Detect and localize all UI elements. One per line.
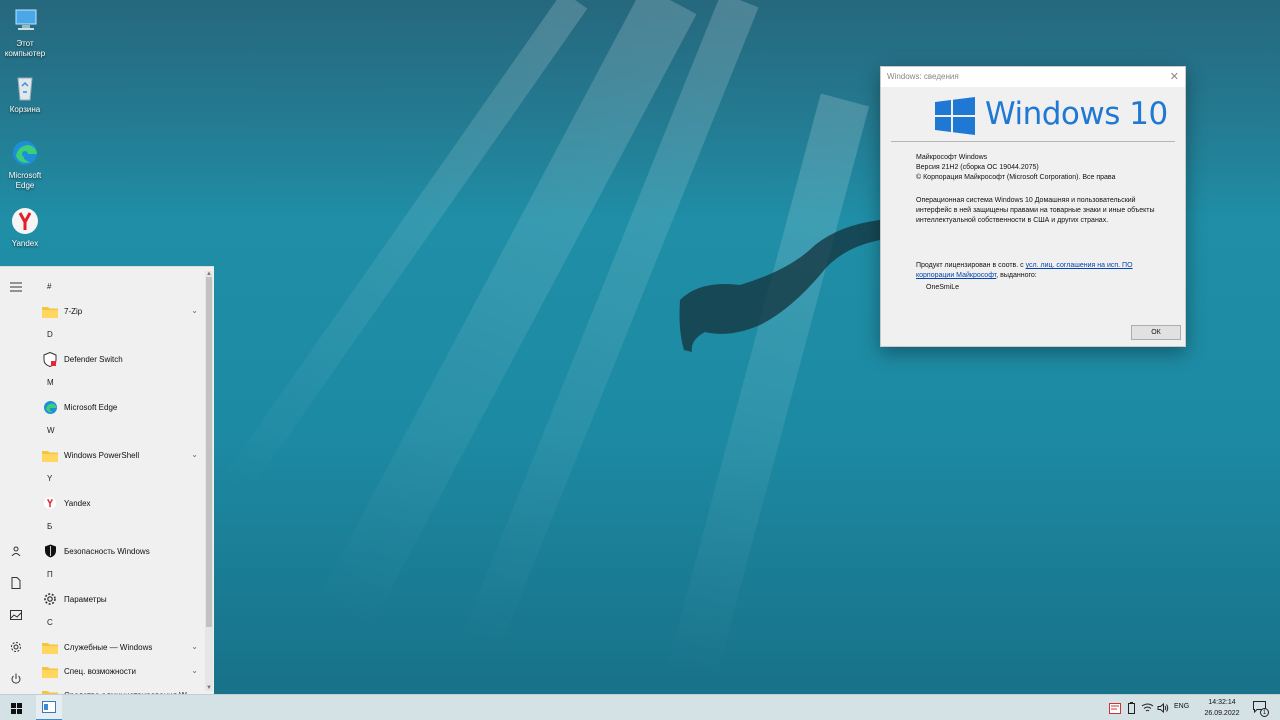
start-app-item[interactable]: Спец. возможности ⌄ (32, 659, 204, 683)
start-app-item[interactable]: Defender Switch (32, 347, 204, 371)
start-button[interactable] (0, 695, 32, 720)
chevron-down-icon[interactable]: ⌄ (191, 642, 198, 651)
winver-license-prefix: Продукт лицензирован в соотв. с (916, 262, 1026, 269)
recycle-bin-icon (17, 77, 33, 101)
yandex-icon (42, 495, 58, 511)
winver-title: Windows: сведения (887, 72, 959, 81)
winver-titlebar[interactable]: Windows: сведения ✕ (881, 67, 1185, 87)
start-scrollbar[interactable]: ▲ ▼ (205, 271, 213, 691)
windows-logo-icon (935, 97, 975, 135)
window-app-icon (42, 701, 56, 713)
start-app-item[interactable]: Средства администрирования W...⌄ (32, 683, 204, 694)
winver-product: Майкрософт Windows (916, 154, 988, 161)
folder-icon (42, 447, 58, 463)
hamburger-menu-icon[interactable] (8, 279, 24, 295)
start-app-item[interactable]: Windows PowerShell ⌄ (32, 443, 204, 467)
winver-license: Продукт лицензирован в соотв. с усл. лиц… (916, 261, 1166, 281)
notification-center-icon[interactable]: 1 (1252, 700, 1269, 717)
scroll-down-arrow-icon[interactable]: ▼ (205, 685, 213, 691)
gear-icon (42, 591, 58, 607)
chevron-down-icon[interactable]: ⌄ (191, 666, 198, 675)
start-app-item[interactable]: Безопасность Windows (32, 539, 204, 563)
start-app-item[interactable]: Microsoft Edge (32, 395, 204, 419)
shield-icon (42, 351, 58, 367)
taskbar: ENG 14:32:14 26.09.2022 1 (0, 694, 1280, 720)
desktop-icon-label: Корзина (9, 105, 41, 114)
start-app-label: Windows PowerShell (64, 450, 140, 460)
settings-icon[interactable] (8, 639, 24, 655)
start-app-label: Спец. возможности (64, 666, 136, 676)
start-app-label: 7-Zip (64, 306, 83, 316)
section-header[interactable]: M (32, 371, 204, 395)
winver-version: Версия 21H2 (сборка ОС 19044.2075) (916, 164, 1039, 171)
taskbar-winver-button[interactable] (36, 695, 62, 720)
desktop-icon-label: Этот компьютер (4, 39, 46, 58)
winver-license-suffix: , выданного: (996, 272, 1037, 279)
ok-button[interactable]: ОК (1131, 325, 1181, 340)
folder-icon (42, 663, 58, 679)
battery-icon[interactable] (1124, 701, 1138, 715)
clock-date: 26.09.2022 (1204, 710, 1240, 717)
section-header[interactable]: Y (32, 467, 204, 491)
start-scrollbar-thumb[interactable] (206, 277, 212, 627)
edge-icon (42, 399, 58, 415)
folder-icon (42, 639, 58, 655)
notification-count-badge: 1 (1260, 708, 1269, 717)
desktop-icon-this-pc[interactable]: Этот компьютер (2, 6, 48, 59)
section-header[interactable]: Б (32, 515, 204, 539)
start-app-item[interactable]: Параметры (32, 587, 204, 611)
power-icon[interactable] (8, 671, 24, 687)
start-app-label: Параметры (64, 594, 107, 604)
desktop-icon-yandex[interactable]: Yandex (2, 206, 48, 249)
chevron-down-icon[interactable]: ⌄ (191, 306, 198, 315)
language-indicator[interactable]: ENG (1174, 703, 1189, 710)
desktop-icon-recycle-bin[interactable]: Корзина (2, 72, 48, 115)
start-app-list: #7-Zip ⌄ D Defender Switch M Microsoft Edge W W… (32, 275, 204, 694)
section-header[interactable]: С (32, 611, 204, 635)
start-app-label: Microsoft Edge (64, 402, 118, 412)
section-header[interactable]: D (32, 323, 204, 347)
windows-start-icon (10, 702, 22, 714)
start-app-label: Служебные — Windows (64, 642, 153, 652)
start-app-label: Defender Switch (64, 354, 123, 364)
volume-icon[interactable] (1156, 701, 1170, 715)
desktop-icon-label: Microsoft Edge (8, 171, 42, 190)
start-rail (0, 267, 32, 694)
start-menu: #7-Zip ⌄ D Defender Switch M Microsoft Edge W W… (0, 266, 214, 694)
winver-dialog: Windows: сведения ✕ Windows 10 Майкрософ… (880, 66, 1186, 347)
documents-icon[interactable] (8, 575, 24, 591)
close-icon[interactable]: ✕ (1170, 70, 1179, 84)
tray-app-icon[interactable] (1108, 701, 1122, 715)
desktop-icon-label: Yandex (11, 239, 39, 248)
wifi-icon[interactable] (1140, 701, 1154, 715)
section-header[interactable]: П (32, 563, 204, 587)
winver-licensee: OneSmiLe (926, 284, 960, 291)
user-icon[interactable] (8, 543, 24, 559)
section-header[interactable]: W (32, 419, 204, 443)
start-app-label: Безопасность Windows (64, 546, 150, 556)
start-app-item[interactable]: Служебные — Windows ⌄ (32, 635, 204, 659)
edge-icon (13, 141, 37, 165)
winver-description: Операционная система Windows 10 Домашняя… (916, 197, 1155, 224)
computer-icon (15, 9, 37, 30)
start-app-label: Yandex (64, 498, 91, 508)
yandex-icon (12, 208, 38, 234)
folder-icon (42, 303, 58, 319)
winver-copyright: © Корпорация Майкрософт (Microsoft Corpo… (916, 174, 1116, 181)
pictures-icon[interactable] (8, 607, 24, 623)
start-app-item[interactable]: 7-Zip ⌄ (32, 299, 204, 323)
desktop-icon-edge[interactable]: Microsoft Edge (2, 138, 48, 191)
section-header[interactable]: # (32, 275, 204, 299)
security-shield-icon (42, 543, 58, 559)
winver-divider (891, 141, 1175, 142)
folder-icon (42, 687, 58, 694)
windows-wordmark: Windows 10 (985, 96, 1168, 132)
taskbar-clock[interactable]: 14:32:14 26.09.2022 (1198, 697, 1246, 719)
chevron-down-icon[interactable]: ⌄ (191, 450, 198, 459)
start-app-item[interactable]: Yandex (32, 491, 204, 515)
clock-time: 14:32:14 (1208, 699, 1236, 706)
